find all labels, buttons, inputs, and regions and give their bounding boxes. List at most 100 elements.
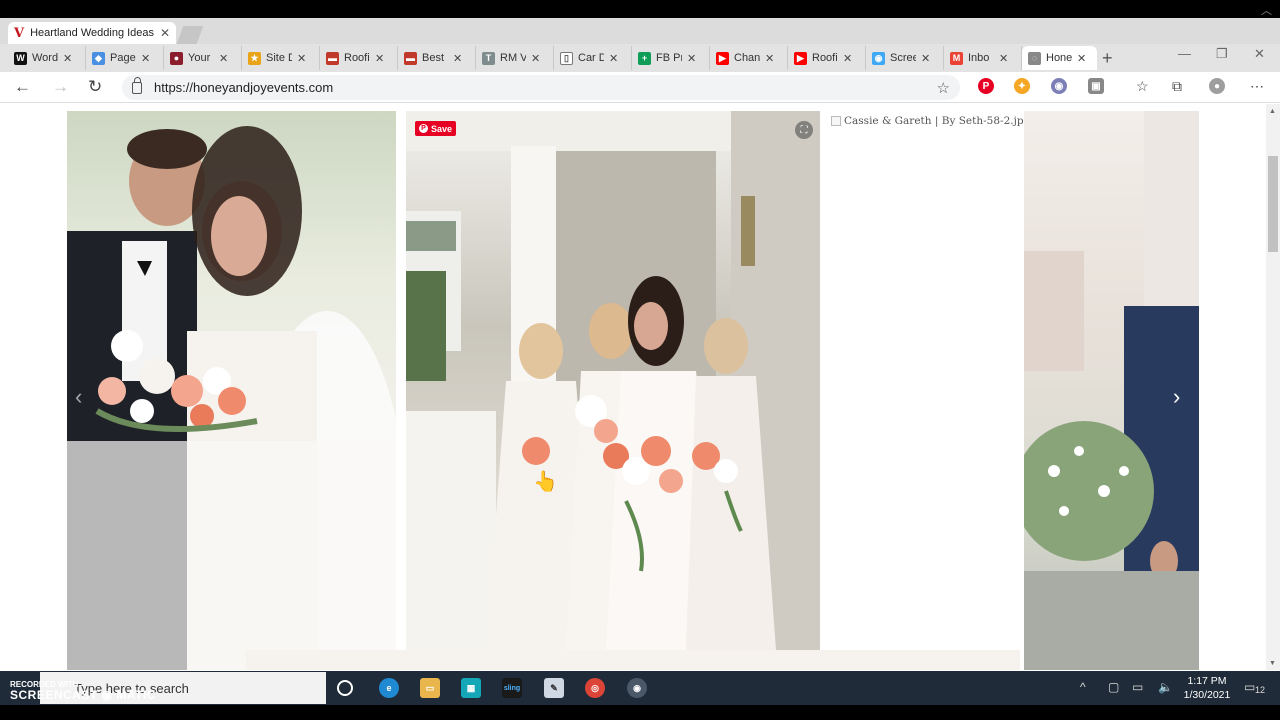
scroll-up-icon[interactable]: ▲ bbox=[1269, 108, 1276, 115]
reload-icon[interactable]: ↻ bbox=[88, 77, 102, 97]
broken-image-alt: Cassie & Gareth | By Seth-58-2.jpg bbox=[844, 115, 1031, 127]
new-app-tab[interactable] bbox=[176, 26, 204, 44]
restore-icon[interactable]: ❐ bbox=[1216, 46, 1228, 62]
tab-label: Chan bbox=[734, 52, 760, 64]
omnibox[interactable]: https://honeyandjoyevents.com ☆ bbox=[122, 75, 960, 100]
watermark-brand-b: MATIC bbox=[116, 688, 156, 702]
expand-icon[interactable]: ⛶ bbox=[795, 121, 813, 139]
tab-close-icon[interactable]: ✕ bbox=[999, 52, 1008, 65]
extensions-icon[interactable]: ▣ bbox=[1088, 78, 1104, 94]
tab-favicon-icon: T bbox=[482, 51, 495, 65]
task-view-icon[interactable] bbox=[337, 680, 353, 696]
content-strip bbox=[246, 650, 1020, 670]
tab-label: Site D bbox=[266, 52, 292, 64]
meet-now-icon[interactable]: ▢ bbox=[1108, 680, 1119, 694]
bridesmaids-photo[interactable] bbox=[406, 111, 820, 650]
close-window-icon[interactable]: ✕ bbox=[1254, 46, 1265, 62]
taskbar-clock[interactable]: 1:17 PM 1/30/2021 bbox=[1172, 674, 1242, 702]
browser-tab[interactable]: ◉ Scree ✕ bbox=[866, 46, 944, 70]
browser-tab[interactable]: W Word ✕ bbox=[8, 46, 86, 70]
tab-favicon-icon: + bbox=[638, 51, 651, 65]
close-icon[interactable]: ✕ bbox=[160, 26, 170, 40]
browser-tab[interactable]: T RM V ✕ bbox=[476, 46, 554, 70]
file-explorer-icon[interactable]: ▭ bbox=[420, 678, 440, 698]
lock-icon[interactable] bbox=[132, 76, 142, 94]
chrome-icon[interactable]: ◎ bbox=[585, 678, 605, 698]
tab-close-icon[interactable]: ✕ bbox=[219, 52, 228, 65]
carousel-next-icon[interactable]: › bbox=[1173, 384, 1180, 410]
tab-label: Inbo bbox=[968, 52, 990, 64]
browser-tab[interactable]: ◌ Hone ✕ bbox=[1022, 46, 1097, 70]
tab-close-icon[interactable]: ✕ bbox=[921, 52, 930, 65]
tab-favicon-icon: ▶ bbox=[794, 51, 807, 65]
battery-icon[interactable]: ▭ bbox=[1132, 680, 1143, 694]
volume-icon[interactable]: 🔈 bbox=[1158, 680, 1173, 694]
scroll-down-icon[interactable]: ▼ bbox=[1269, 660, 1276, 667]
tray-chevron-icon[interactable]: ^ bbox=[1080, 680, 1086, 694]
browser-tab[interactable]: ▯ Car D ✕ bbox=[554, 46, 632, 70]
browser-tab-row: + — ❐ ✕ W Word ✕ ◆ Page ✕ ● Your ✕ ★ Site D ✕ ▬ Roofi… bbox=[0, 44, 1280, 72]
honey-extension-icon[interactable]: ✦ bbox=[1014, 78, 1030, 94]
pinterest-save-button[interactable]: P Save bbox=[415, 121, 457, 136]
page-scrollbar[interactable]: ▲ ▼ bbox=[1266, 104, 1280, 670]
windows-taskbar: Type here to search e ▭ ▦ sling ✎ ◎ ◉ ^ … bbox=[0, 671, 1280, 705]
forward-icon[interactable]: → bbox=[52, 77, 69, 97]
favorites-icon[interactable]: ☆ bbox=[1136, 78, 1149, 95]
notepad-icon[interactable]: ✎ bbox=[544, 678, 564, 698]
carousel-prev-icon[interactable]: ‹ bbox=[75, 384, 82, 410]
pinterest-extension-icon[interactable]: P bbox=[978, 78, 994, 94]
browser-tab[interactable]: ▬ Best ✕ bbox=[398, 46, 476, 70]
store-icon[interactable]: ▦ bbox=[461, 678, 481, 698]
tab-close-icon[interactable]: ✕ bbox=[141, 52, 150, 65]
tab-label: Your bbox=[188, 52, 211, 64]
tab-close-icon[interactable]: ✕ bbox=[375, 52, 384, 65]
browser-tab[interactable]: ★ Site D ✕ bbox=[242, 46, 320, 70]
app-tab-title: Heartland Wedding Ideas bbox=[30, 27, 154, 39]
tab-close-icon[interactable]: ✕ bbox=[1077, 52, 1086, 65]
tab-label: Roofi bbox=[344, 52, 370, 64]
tab-close-icon[interactable]: ✕ bbox=[453, 52, 462, 65]
notifications-icon[interactable]: ▭ bbox=[1244, 680, 1255, 694]
collections-icon[interactable]: ⧉ bbox=[1172, 78, 1182, 95]
tab-close-icon[interactable]: ✕ bbox=[531, 52, 540, 65]
sling-icon[interactable]: sling bbox=[502, 678, 522, 698]
back-icon[interactable]: ← bbox=[14, 77, 31, 97]
bottom-letterbox bbox=[0, 705, 1280, 720]
minimize-icon[interactable]: — bbox=[1178, 46, 1191, 61]
url-text[interactable]: https://honeyandjoyevents.com bbox=[154, 80, 925, 95]
browser-tab[interactable]: M Inbo ✕ bbox=[944, 46, 1022, 70]
edge-icon[interactable]: e bbox=[379, 678, 399, 698]
tab-label: FB Pr bbox=[656, 52, 682, 64]
browser-tab[interactable]: ▶ Chan ✕ bbox=[710, 46, 788, 70]
tab-close-icon[interactable]: ✕ bbox=[687, 52, 696, 65]
tab-label: Car D bbox=[578, 52, 604, 64]
screencast-extension-icon[interactable]: ◉ bbox=[1051, 78, 1067, 94]
browser-tab[interactable]: ▬ Roofi ✕ bbox=[320, 46, 398, 70]
screencast-app-icon[interactable]: ◉ bbox=[627, 678, 647, 698]
tab-favicon-icon: ▶ bbox=[716, 51, 729, 65]
scrollbar-thumb[interactable] bbox=[1268, 156, 1278, 252]
tab-close-icon[interactable]: ✕ bbox=[63, 52, 72, 65]
browser-tab[interactable]: ◆ Page ✕ bbox=[86, 46, 164, 70]
save-label: Save bbox=[431, 123, 453, 134]
tab-label: Scree bbox=[890, 52, 916, 64]
tab-close-icon[interactable]: ✕ bbox=[609, 52, 618, 65]
browser-tab[interactable]: ● Your ✕ bbox=[164, 46, 242, 70]
tab-close-icon[interactable]: ✕ bbox=[843, 52, 852, 65]
bookmark-star-icon[interactable]: ☆ bbox=[937, 79, 950, 97]
new-tab-button[interactable]: + bbox=[1102, 48, 1113, 69]
profile-avatar[interactable]: ● bbox=[1209, 78, 1225, 94]
tab-close-icon[interactable]: ✕ bbox=[765, 52, 774, 65]
browser-tab[interactable]: ▶ Roofi ✕ bbox=[788, 46, 866, 70]
browser-tab[interactable]: + FB Pr ✕ bbox=[632, 46, 710, 70]
screencast-watermark: RECORDED WITH SCREENCAST ◉ MATIC bbox=[10, 680, 156, 702]
tab-close-icon[interactable]: ✕ bbox=[297, 52, 306, 65]
chevron-up-icon[interactable]: ︿ bbox=[1261, 2, 1272, 18]
app-tab[interactable]: V Heartland Wedding Ideas ✕ bbox=[8, 22, 176, 44]
tab-favicon-icon: ▬ bbox=[326, 51, 339, 65]
wedding-couple-photo[interactable]: ‹ bbox=[67, 111, 396, 670]
pinterest-icon: P bbox=[419, 124, 428, 133]
tab-favicon-icon: W bbox=[14, 51, 27, 65]
menu-icon[interactable]: ⋯ bbox=[1250, 78, 1264, 95]
tab-favicon-icon: ▯ bbox=[560, 51, 573, 65]
